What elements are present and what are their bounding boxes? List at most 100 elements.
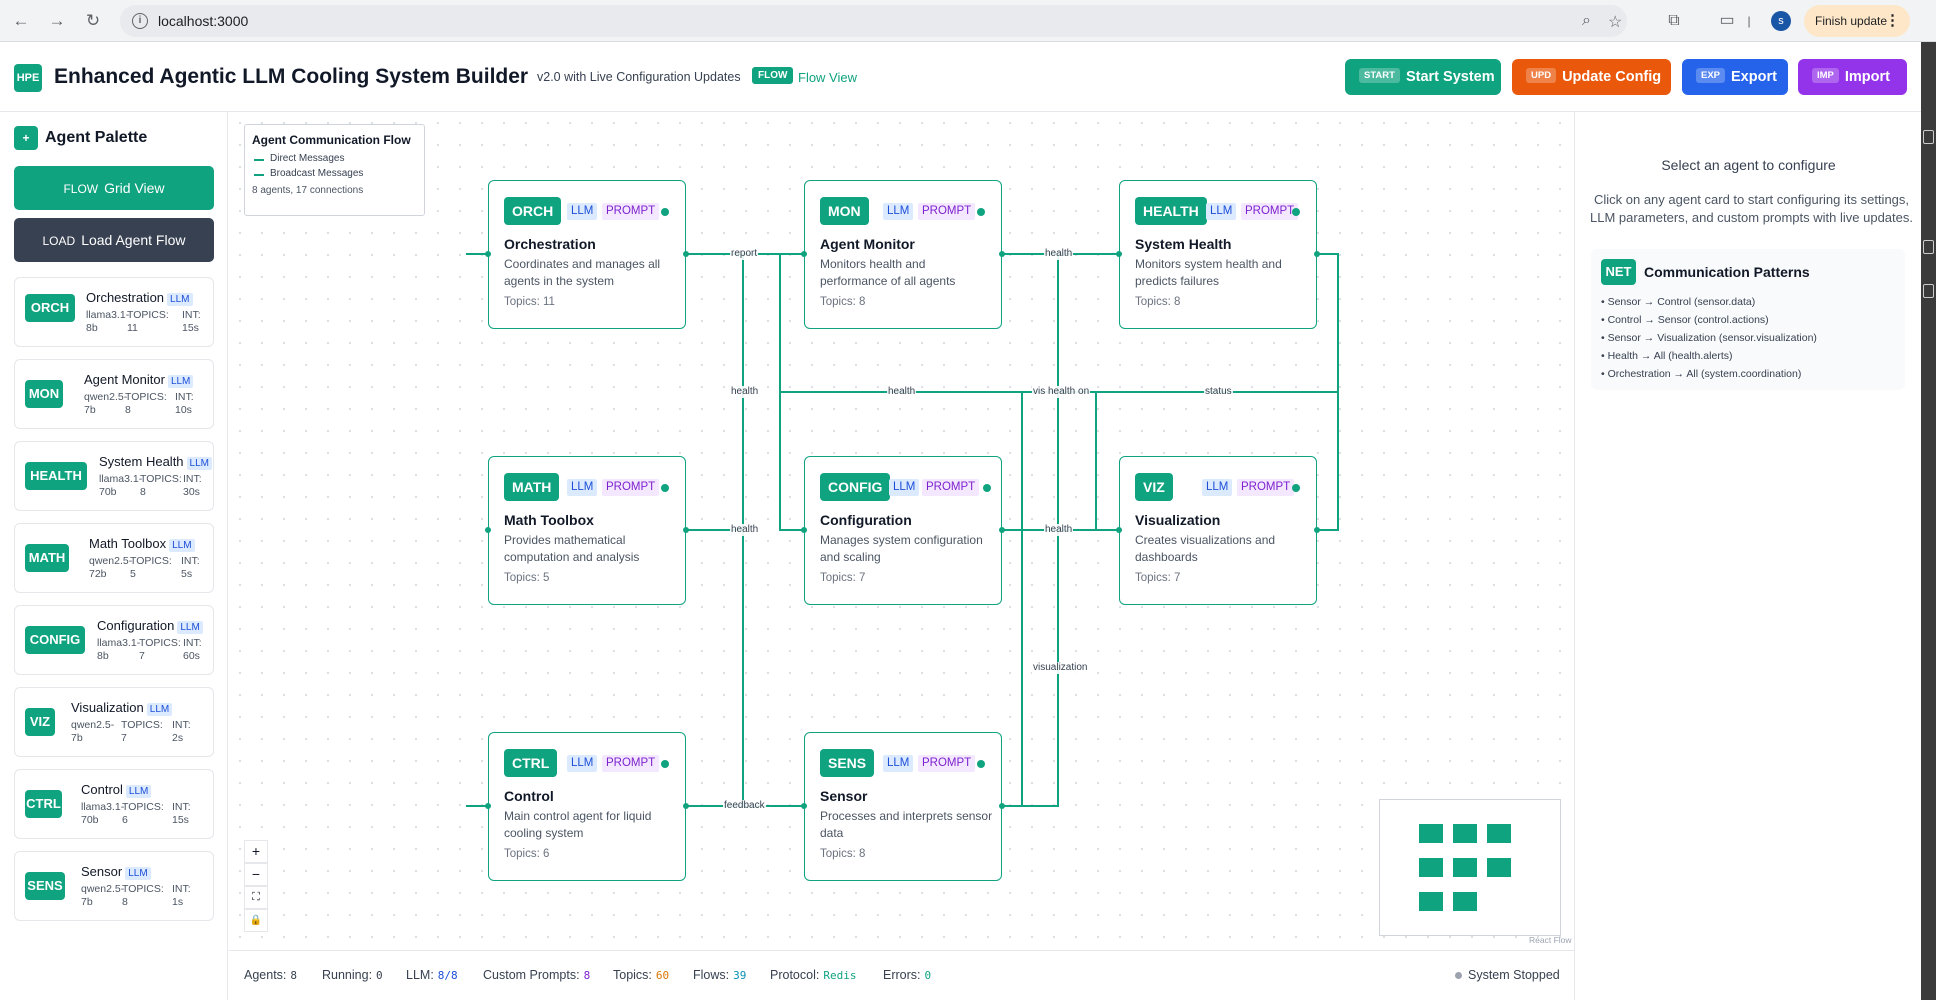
import-label: Import (1844, 69, 1890, 85)
source-handle[interactable] (1314, 251, 1320, 257)
llm-tag: LLM (125, 785, 152, 798)
profile-avatar[interactable]: s (1771, 11, 1791, 31)
node-system-health[interactable]: HEALTH LLM PROMPT System Health Monitors… (1116, 180, 1320, 329)
edge-label: health (1044, 524, 1074, 536)
source-handle[interactable] (999, 803, 1005, 809)
target-handle[interactable] (485, 527, 491, 533)
agent-model: llama3.1-8b (86, 309, 130, 334)
edge-label: vis health on (1032, 386, 1091, 398)
edge-label: visualization (1032, 662, 1089, 674)
palette-agent-math[interactable]: MATH Math Toolbox LLM qwen2.5-72b TOPICS:… (14, 523, 214, 593)
palette-agent-ctrl[interactable]: CTRL Control LLM llama3.1-70b TOPICS: 6 I… (14, 769, 214, 839)
prompt-tag: PROMPT (602, 203, 660, 220)
target-handle[interactable] (1116, 527, 1122, 533)
status-dot (977, 760, 985, 768)
import-button[interactable]: IMP Import (1798, 59, 1907, 95)
source-handle[interactable] (999, 527, 1005, 533)
page-title: Enhanced Agentic LLM Cooling System Buil… (54, 65, 529, 88)
fit-view-button[interactable]: ⛶ (244, 886, 268, 909)
node-math-toolbox[interactable]: MATH LLM PROMPT Math Toolbox Provides ma… (485, 456, 689, 605)
agent-interval: INT: 15s (172, 801, 191, 826)
node-name: Control (504, 788, 554, 804)
stat-agents: Agents: 8 (244, 968, 297, 982)
exp-tag: EXP (1696, 67, 1726, 83)
target-handle[interactable] (1116, 251, 1122, 257)
node-description: Monitors health and performance of all a… (820, 257, 956, 288)
agent-model: llama3.1-8b (97, 637, 141, 662)
pattern-item: • Sensor → Visualization (sensor.visuali… (1601, 332, 1817, 344)
llm-tag: LLM (883, 203, 914, 220)
palette-agent-health[interactable]: HEALTH System Health LLM llama3.1-70b TOP… (14, 441, 214, 511)
source-handle[interactable] (683, 527, 689, 533)
finish-update-button[interactable]: Finish update ⋮ (1804, 5, 1910, 37)
agent-name: Configuration LLM (97, 618, 203, 634)
agent-interval: INT: 15s (182, 309, 201, 334)
site-info-icon[interactable]: i (132, 13, 148, 29)
extensions-icon[interactable]: ⧉ (1663, 10, 1685, 32)
side-panel-icon[interactable] (1923, 130, 1934, 144)
agent-name-text: Configuration (97, 618, 175, 633)
minimap-node (1419, 858, 1443, 877)
address-bar[interactable]: i localhost:3000 ⌕ ☆ (120, 5, 1627, 37)
agent-badge: ORCH (25, 294, 75, 322)
zoom-out-button[interactable]: − (244, 863, 268, 886)
source-handle[interactable] (683, 803, 689, 809)
side-toolbar-strip (1921, 42, 1936, 1000)
lock-button[interactable]: 🔒 (244, 909, 268, 932)
target-handle[interactable] (801, 251, 807, 257)
palette-agent-mon[interactable]: MON Agent Monitor LLM qwen2.5-7b TOPICS: … (14, 359, 214, 429)
tab-search-icon[interactable]: ▭ (1716, 10, 1738, 32)
target-handle[interactable] (485, 803, 491, 809)
zoom-icon[interactable]: ⌕ (1582, 12, 1591, 30)
bookmark-star-icon[interactable]: ☆ (1608, 12, 1622, 32)
status-bar: Agents: 8 Running: 0 LLM: 8/8 Custom Prompt… (229, 950, 1574, 1000)
url-text[interactable]: localhost:3000 (158, 13, 248, 29)
agent-palette: + Agent Palette FLOW Grid View LOAD Load A… (0, 112, 228, 1000)
node-control[interactable]: CTRL LLM PROMPT Control Main control age… (485, 732, 689, 881)
node-sensor[interactable]: SENS LLM PROMPT Sensor Processes and int… (801, 732, 1005, 881)
side-panel-icon[interactable] (1923, 284, 1934, 298)
target-handle[interactable] (801, 527, 807, 533)
target-handle[interactable] (485, 251, 491, 257)
back-icon[interactable]: ← (10, 10, 32, 32)
node-configuration[interactable]: CONFIG LLM PROMPT Configuration Manages … (801, 456, 1005, 605)
browser-toolbar: ← → ↻ i localhost:3000 ⌕ ☆ ⧉ ▭ | s Finis… (0, 0, 1936, 42)
agent-model: qwen2.5-7b (81, 883, 125, 908)
edge-label: health (887, 386, 917, 398)
agent-badge: HEALTH (25, 462, 87, 490)
forward-icon[interactable]: → (46, 10, 68, 32)
reload-icon[interactable]: ↻ (82, 10, 104, 32)
node-visualization[interactable]: VIZ LLM PROMPT Visualization Creates vis… (1116, 456, 1320, 605)
start-tag: START (1359, 67, 1400, 83)
update-config-button[interactable]: UPD Update Config (1512, 59, 1671, 95)
stat-flows: Flows: 39 (693, 968, 746, 982)
load-agent-flow-button[interactable]: LOAD Load Agent Flow (14, 218, 214, 262)
source-handle[interactable] (683, 251, 689, 257)
minimap[interactable] (1379, 799, 1561, 936)
agent-name-text: System Health (99, 454, 184, 469)
node-agent-monitor[interactable]: MON LLM PROMPT Agent Monitor Monitors he… (801, 180, 1005, 329)
source-handle[interactable] (1314, 527, 1320, 533)
node-badge: MATH (504, 473, 560, 501)
node-name: Math Toolbox (504, 512, 594, 528)
llm-tag: LLM (177, 621, 203, 634)
agent-name: Orchestration LLM (86, 290, 193, 306)
legend-direct: Direct Messages (252, 153, 417, 164)
palette-agent-config[interactable]: CONFIG Configuration LLM llama3.1-8b TOPI… (14, 605, 214, 675)
palette-agent-orch[interactable]: ORCH Orchestration LLM llama3.1-8b TOPICS… (14, 277, 214, 347)
react-flow-attribution[interactable]: React Flow (1529, 935, 1572, 945)
palette-agent-sens[interactable]: SENS Sensor LLM qwen2.5-7b TOPICS: 8 INT:… (14, 851, 214, 921)
target-handle[interactable] (801, 803, 807, 809)
node-orchestration[interactable]: ORCH LLM PROMPT Orchestration Coordinate… (485, 180, 689, 329)
palette-agent-viz[interactable]: VIZ Visualization LLM qwen2.5-7b TOPICS: … (14, 687, 214, 757)
source-handle[interactable] (999, 251, 1005, 257)
node-name: Configuration (820, 512, 912, 528)
flow-view-link[interactable]: Flow View (798, 70, 857, 85)
export-button[interactable]: EXP Export (1682, 59, 1788, 95)
stat-protocol: Protocol: Redis (770, 968, 856, 982)
grid-view-button[interactable]: FLOW Grid View (14, 166, 214, 210)
llm-tag: LLM (567, 479, 598, 496)
side-panel-icon[interactable] (1923, 240, 1934, 254)
zoom-in-button[interactable]: + (244, 840, 268, 863)
start-system-button[interactable]: START Start System (1345, 59, 1501, 95)
